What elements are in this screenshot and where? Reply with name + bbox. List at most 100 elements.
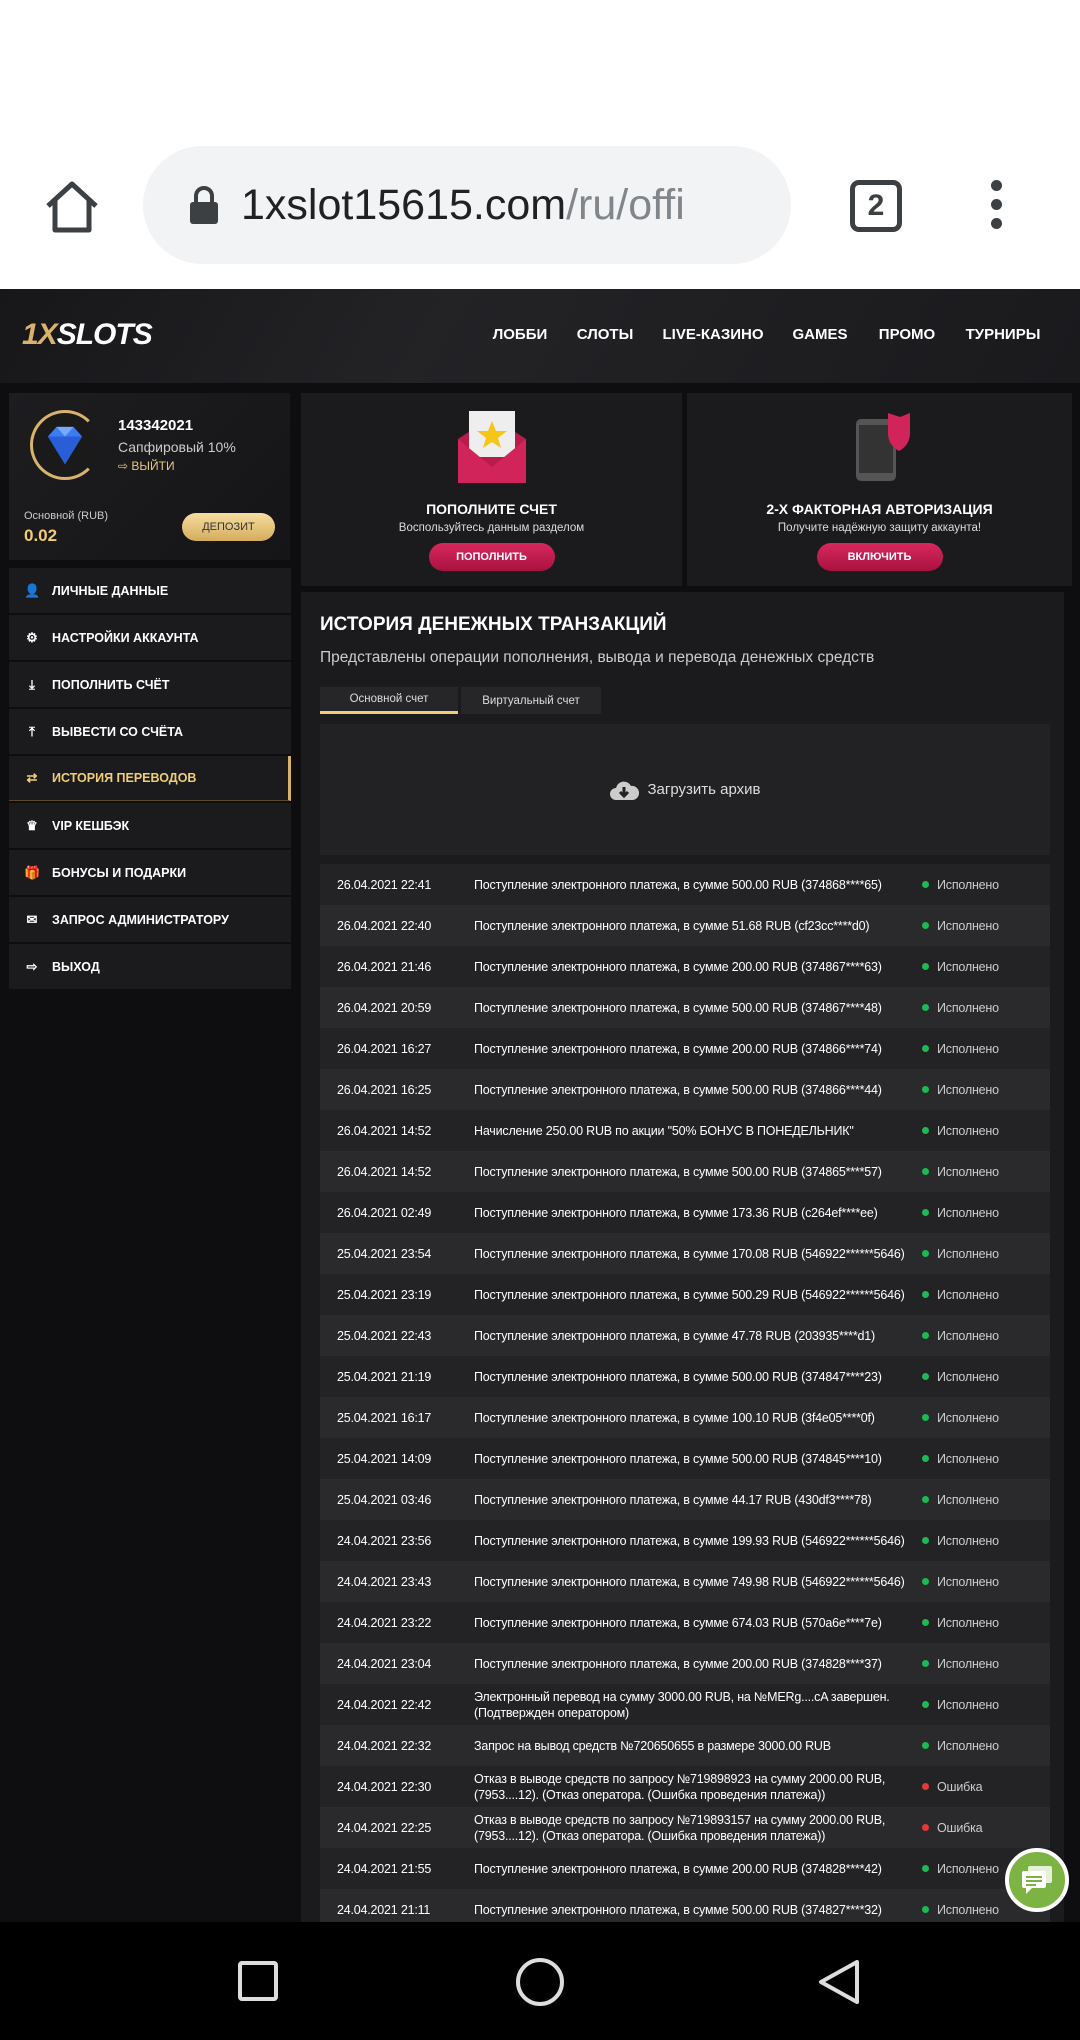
table-row: 26.04.2021 16:25 Поступление электронного… (320, 1069, 1050, 1110)
nav-live-casino[interactable]: LIVE-КАЗИНО (662, 326, 763, 343)
transaction-date: 25.04.2021 21:19 (337, 1369, 432, 1384)
table-row: 26.04.2021 02:49 Поступление электронного… (320, 1192, 1050, 1233)
sidebar-item-2[interactable]: ⤓ ПОПОЛНИТЬ СЧЁТ (9, 662, 291, 707)
tab-switcher-button[interactable]: 2 (850, 180, 902, 232)
status-dot (922, 963, 929, 970)
transaction-date: 26.04.2021 20:59 (337, 1000, 432, 1015)
transaction-description: Поступление электронного платежа, в сумм… (474, 1656, 882, 1671)
transaction-date: 26.04.2021 16:25 (337, 1082, 432, 1097)
transaction-status: Исполнено (937, 1738, 999, 1753)
table-row: 24.04.2021 21:55 Поступление электронного… (320, 1848, 1050, 1889)
transaction-status: Исполнено (937, 1205, 999, 1220)
home-icon[interactable] (44, 180, 100, 234)
table-row: 25.04.2021 23:19 Поступление электронного… (320, 1274, 1050, 1315)
transaction-status: Исполнено (937, 1615, 999, 1630)
transaction-date: 25.04.2021 22:43 (337, 1328, 432, 1343)
user-id: 143342021 (118, 417, 194, 434)
sidebar-item-label: ВЫХОД (52, 959, 100, 974)
nav-games[interactable]: GAMES (792, 326, 847, 343)
sidebar-item-0[interactable]: 👤 ЛИЧНЫЕ ДАННЫЕ (9, 568, 291, 613)
more-menu-icon[interactable] (986, 180, 1006, 234)
nav-tournaments[interactable]: ТУРНИРЫ (966, 326, 1041, 343)
transaction-date: 26.04.2021 16:27 (337, 1041, 432, 1056)
transaction-description: Поступление электронного платежа, в сумм… (474, 1205, 878, 1220)
download-archive-button[interactable]: Загрузить архив (320, 724, 1050, 855)
user-plus-icon: 👤 (24, 582, 41, 598)
nav-lobby[interactable]: ЛОББИ (493, 326, 548, 343)
transaction-status: Исполнено (937, 877, 999, 892)
table-row: 24.04.2021 23:04 Поступление электронного… (320, 1643, 1050, 1684)
sidebar-item-6[interactable]: 🎁 БОНУСЫ И ПОДАРКИ (9, 850, 291, 895)
sidebar-item-3[interactable]: ⤒ ВЫВЕСТИ СО СЧЁТА (9, 709, 291, 754)
status-dot (922, 1865, 929, 1872)
transaction-description: Поступление электронного платежа, в сумм… (474, 1861, 882, 1876)
transaction-status: Исполнено (937, 1287, 999, 1302)
recent-apps-icon[interactable] (237, 1960, 279, 2002)
transaction-date: 24.04.2021 21:55 (337, 1861, 432, 1876)
balance-label: Основной (RUB) (24, 510, 109, 522)
sidebar-item-5[interactable]: ♛ VIP КЕШБЭК (9, 803, 291, 848)
transactions-list: 26.04.2021 22:41 Поступление электронного… (320, 864, 1050, 1971)
transaction-date: 26.04.2021 21:46 (337, 959, 432, 974)
sidebar-item-7[interactable]: ✉ ЗАПРОС АДМИНИСТРАТОРУ (9, 897, 291, 942)
back-icon[interactable] (817, 1958, 861, 2006)
status-dot (922, 1906, 929, 1913)
logo-prefix: 1X (22, 318, 58, 351)
logout-link[interactable]: ⇨ ВЫЙТИ (118, 459, 175, 473)
sidebar-item-8[interactable]: ⇨ ВЫХОД (9, 944, 291, 989)
transaction-date: 25.04.2021 16:17 (337, 1410, 432, 1425)
url-bar[interactable]: 1xslot15615.com/ru/offi (143, 146, 791, 264)
status-dot (922, 1086, 929, 1093)
promo-title: 2-Х ФАКТОРНАЯ АВТОРИЗАЦИЯ (766, 501, 993, 517)
transaction-status: Исполнено (937, 1164, 999, 1179)
transaction-description: Начисление 250.00 RUB по акции "50% БОНУ… (474, 1123, 854, 1138)
table-row: 25.04.2021 03:46 Поступление электронного… (320, 1479, 1050, 1520)
transaction-description: Поступление электронного платежа, в сумм… (474, 1533, 905, 1548)
table-row: 26.04.2021 20:59 Поступление электронного… (320, 987, 1050, 1028)
status-dot (922, 1701, 929, 1708)
status-dot (922, 1742, 929, 1749)
status-dot (922, 1004, 929, 1011)
transaction-status: Исполнено (937, 1082, 999, 1097)
sidebar-item-label: НАСТРОЙКИ АККАУНТА (52, 630, 199, 645)
transaction-description: Поступление электронного платежа, в сумм… (474, 1082, 882, 1097)
avatar (30, 410, 100, 480)
transaction-description: Запрос на вывод средств №720650655 в раз… (474, 1738, 831, 1753)
nav-promo[interactable]: ПРОМО (879, 326, 935, 343)
table-row: 26.04.2021 21:46 Поступление электронного… (320, 946, 1050, 987)
sidebar-item-label: ПОПОЛНИТЬ СЧЁТ (52, 677, 170, 692)
logo-rest: SLOTS (56, 318, 153, 351)
table-row: 24.04.2021 22:30 Отказ в выводе средств п… (320, 1766, 1050, 1807)
promo-title: ПОПОЛНИТЕ СЧЕТ (426, 501, 557, 517)
url-host: 1xslot15615.com (241, 180, 567, 229)
top-up-button[interactable]: ПОПОЛНИТЬ (428, 543, 555, 571)
sidebar-item-1[interactable]: ⚙ НАСТРОЙКИ АККАУНТА (9, 615, 291, 660)
sidebar-item-label: ЗАПРОС АДМИНИСТРАТОРУ (52, 912, 229, 927)
status-dot (922, 1783, 929, 1790)
transaction-date: 25.04.2021 03:46 (337, 1492, 432, 1507)
transaction-description: Поступление электронного платежа, в сумм… (474, 1328, 875, 1343)
tab-main-account[interactable]: Основной счет (320, 687, 458, 714)
status-dot (922, 1250, 929, 1257)
transaction-date: 26.04.2021 02:49 (337, 1205, 432, 1220)
nav-slots[interactable]: СЛОТЫ (577, 326, 634, 343)
tab-virtual-account[interactable]: Виртуальный счет (461, 687, 601, 714)
enable-2fa-button[interactable]: ВКЛЮЧИТЬ (816, 543, 943, 571)
status-dot (922, 1537, 929, 1544)
deposit-button[interactable]: ДЕПОЗИТ (182, 513, 275, 541)
transaction-status: Исполнено (937, 1041, 999, 1056)
site-logo[interactable]: 1XSLOTS (22, 318, 153, 352)
status-dot (922, 1045, 929, 1052)
table-row: 26.04.2021 14:52 Поступление электронного… (320, 1151, 1050, 1192)
android-nav-bar (0, 1922, 1080, 2040)
upload-icon: ⤒ (29, 723, 35, 739)
sidebar-item-4[interactable]: ⇄ ИСТОРИЯ ПЕРЕВОДОВ (9, 756, 291, 801)
chat-button[interactable] (1005, 1848, 1069, 1912)
transaction-status: Исполнено (937, 1000, 999, 1015)
logout-label: ВЫЙТИ (131, 459, 175, 473)
phone-shield-icon (855, 413, 910, 481)
status-dot (922, 1373, 929, 1380)
table-row: 25.04.2021 22:43 Поступление электронного… (320, 1315, 1050, 1356)
table-row: 24.04.2021 22:25 Отказ в выводе средств п… (320, 1807, 1050, 1848)
home-nav-icon[interactable] (514, 1956, 566, 2008)
